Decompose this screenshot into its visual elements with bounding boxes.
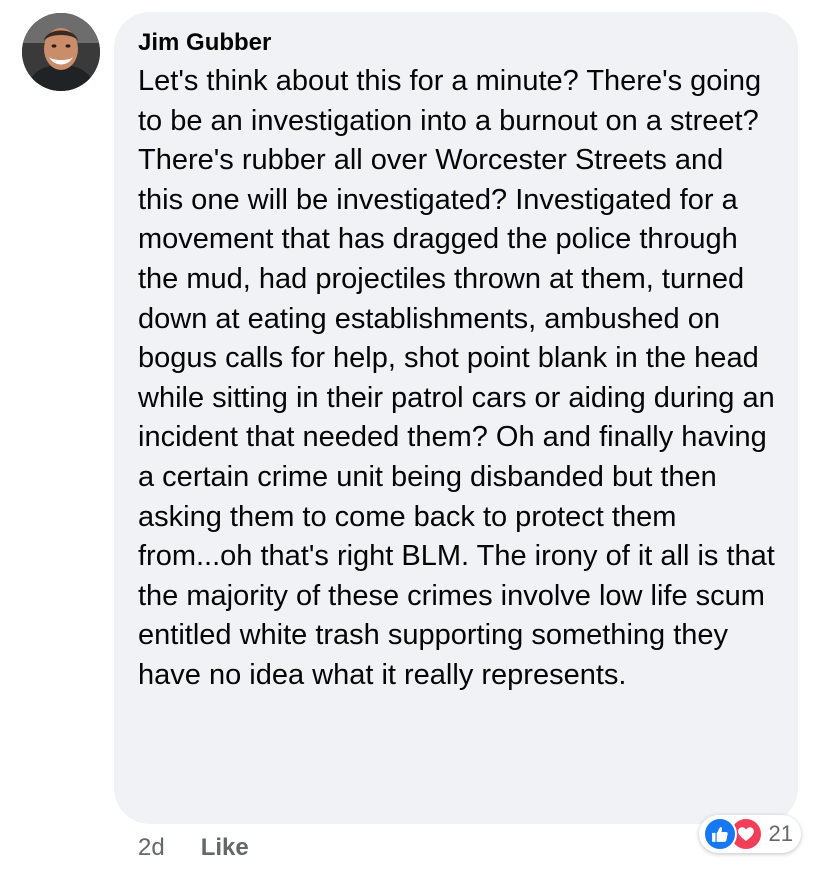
comment-text: Let's think about this for a minute? The… [138, 65, 775, 691]
comment-actions: 2d Like [138, 832, 249, 864]
reactions-summary[interactable]: 21 [698, 815, 801, 853]
comment-timestamp[interactable]: 2d [138, 834, 165, 862]
reaction-count: 21 [768, 821, 793, 846]
comment-bubble: Jim Gubber Let's think about this for a … [114, 12, 798, 824]
author-avatar[interactable] [22, 13, 100, 91]
like-icon [702, 817, 737, 851]
comment-author-name[interactable]: Jim Gubber [138, 28, 776, 58]
like-button[interactable]: Like [201, 834, 249, 862]
